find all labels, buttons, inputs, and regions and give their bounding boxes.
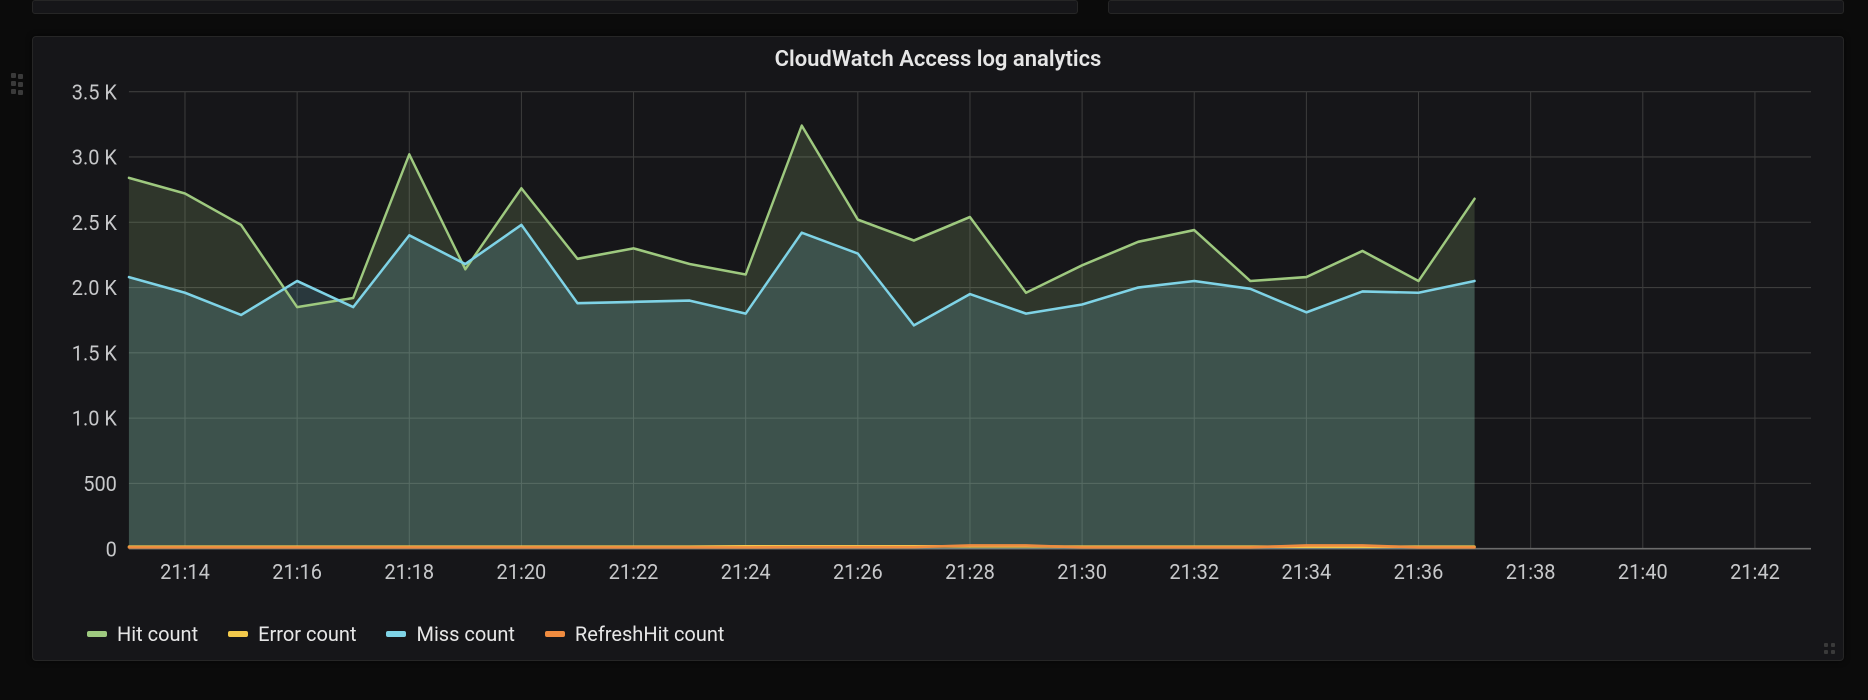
svg-text:21:40: 21:40	[1618, 560, 1668, 585]
svg-text:21:24: 21:24	[721, 560, 771, 585]
legend-label: RefreshHit count	[575, 622, 725, 646]
svg-text:21:26: 21:26	[833, 560, 883, 585]
legend-label: Error count	[258, 622, 356, 646]
panel-placeholder-top-right	[1108, 0, 1844, 14]
svg-text:21:32: 21:32	[1169, 560, 1219, 585]
svg-text:21:36: 21:36	[1394, 560, 1444, 585]
legend-swatch	[228, 631, 248, 637]
svg-text:21:28: 21:28	[945, 560, 995, 585]
svg-text:21:30: 21:30	[1057, 560, 1107, 585]
legend-item-refreshhit[interactable]: RefreshHit count	[545, 622, 725, 646]
svg-text:3.5 K: 3.5 K	[72, 83, 118, 105]
legend-swatch	[386, 631, 406, 637]
svg-text:21:42: 21:42	[1730, 560, 1780, 585]
svg-text:1.0 K: 1.0 K	[72, 407, 118, 432]
svg-text:21:38: 21:38	[1506, 560, 1556, 585]
svg-text:21:16: 21:16	[272, 560, 322, 585]
svg-text:21:14: 21:14	[160, 560, 210, 585]
legend-label: Miss count	[416, 622, 514, 646]
legend-swatch	[545, 631, 565, 637]
svg-text:21:34: 21:34	[1282, 560, 1332, 585]
legend-item-error[interactable]: Error count	[228, 622, 356, 646]
svg-text:2.5 K: 2.5 K	[72, 211, 118, 236]
chart-plot[interactable]: 0 500 1.0 K 1.5 K 2.0 K 2.5 K 3.0 K 3.5 K 21:14…	[55, 83, 1821, 592]
svg-text:21:20: 21:20	[497, 560, 547, 585]
legend-swatch	[87, 631, 107, 637]
legend-item-miss[interactable]: Miss count	[386, 622, 514, 646]
panel-placeholder-top-left	[32, 0, 1078, 14]
legend-item-hit[interactable]: Hit count	[87, 622, 198, 646]
legend-label: Hit count	[117, 622, 198, 646]
drag-handle-icon[interactable]	[11, 73, 25, 95]
chart-legend: Hit count Error count Miss count Refresh…	[87, 622, 724, 646]
resize-handle-icon[interactable]	[1824, 643, 1835, 654]
svg-text:21:22: 21:22	[609, 560, 659, 585]
chart-panel: CloudWatch Access log analytics 0 500 1.0 …	[32, 36, 1844, 661]
svg-text:0: 0	[106, 538, 117, 563]
svg-text:1.5 K: 1.5 K	[72, 342, 118, 367]
svg-text:2.0 K: 2.0 K	[72, 276, 118, 301]
svg-text:3.0 K: 3.0 K	[72, 146, 118, 171]
svg-text:500: 500	[83, 472, 117, 497]
panel-title: CloudWatch Access log analytics	[33, 37, 1843, 78]
svg-text:21:18: 21:18	[384, 560, 434, 585]
